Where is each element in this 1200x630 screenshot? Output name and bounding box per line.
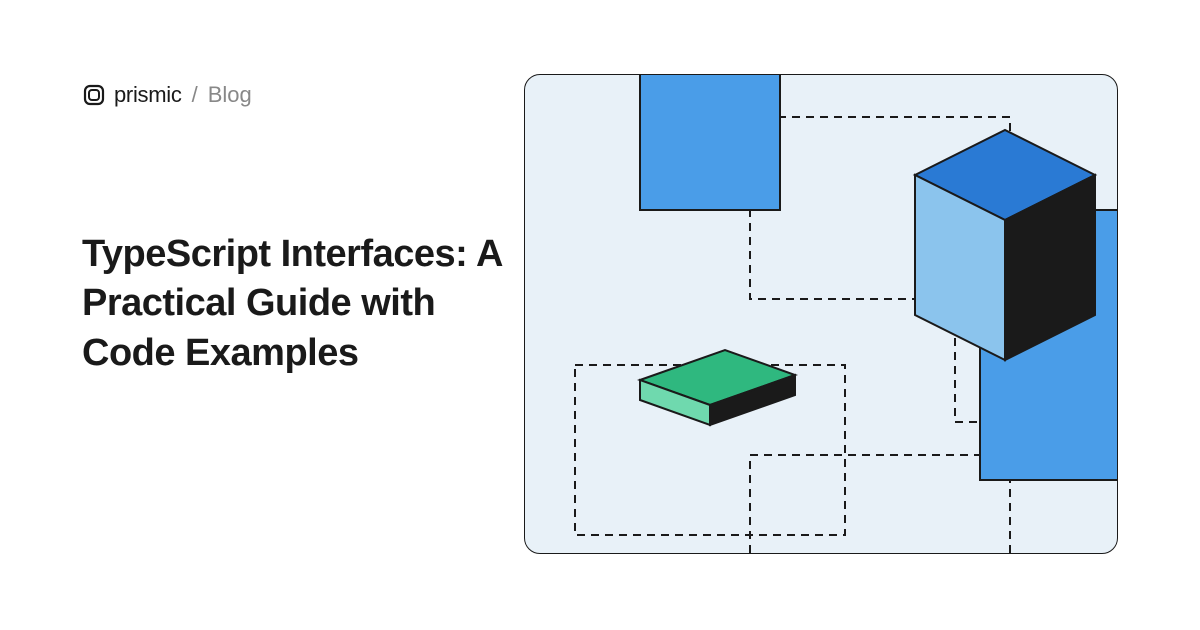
page-title: TypeScript Interfaces: A Practical Guide… bbox=[82, 230, 522, 378]
breadcrumb-separator: / bbox=[192, 82, 198, 108]
header-breadcrumb: prismic / Blog bbox=[82, 82, 252, 108]
brand-name: prismic bbox=[114, 82, 182, 108]
prismic-logo-icon bbox=[82, 83, 106, 107]
decorative-illustration bbox=[524, 74, 1118, 554]
breadcrumb-page: Blog bbox=[208, 82, 252, 108]
